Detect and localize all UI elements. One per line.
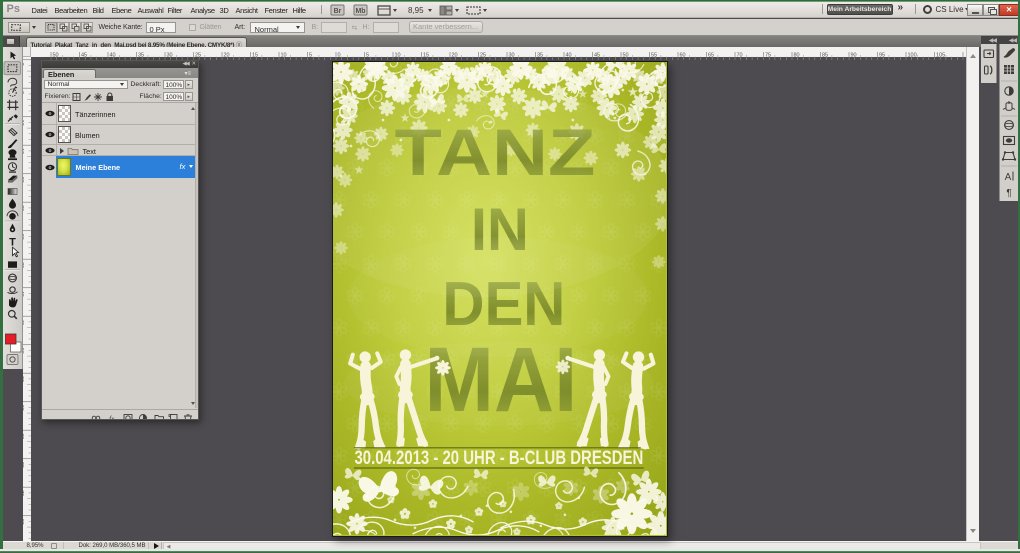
svg-text:45: 45 — [594, 53, 600, 59]
svg-text:30: 30 — [167, 53, 173, 59]
svg-text:Mb: Mb — [355, 8, 365, 15]
svg-text:20: 20 — [224, 53, 230, 59]
svg-text:75: 75 — [23, 490, 24, 496]
svg-text:0: 0 — [338, 53, 341, 59]
svg-text:85: 85 — [822, 53, 828, 59]
svg-text:105: 105 — [936, 53, 945, 59]
svg-text:35: 35 — [537, 53, 543, 59]
svg-text:55: 55 — [651, 53, 657, 59]
svg-text:35: 35 — [138, 53, 144, 59]
svg-text:15: 15 — [423, 53, 429, 59]
svg-text:50: 50 — [53, 53, 59, 59]
svg-text:20: 20 — [23, 177, 24, 183]
svg-text:80: 80 — [794, 53, 800, 59]
svg-text:25: 25 — [23, 205, 24, 211]
svg-text:30.04.2013 - 20 UHR - B-CLUB D: 30.04.2013 - 20 UHR - B-CLUB DRESDEN — [355, 448, 644, 469]
svg-text:75: 75 — [765, 53, 771, 59]
svg-text:5: 5 — [23, 91, 24, 94]
svg-text:20: 20 — [452, 53, 458, 59]
svg-text:45: 45 — [81, 53, 87, 59]
svg-text:15: 15 — [23, 148, 24, 154]
svg-text:10: 10 — [23, 120, 24, 126]
svg-text:95: 95 — [879, 53, 885, 59]
svg-text:40: 40 — [566, 53, 572, 59]
svg-text:90: 90 — [851, 53, 857, 59]
svg-text:¶: ¶ — [1006, 188, 1011, 199]
svg-text:25: 25 — [195, 53, 201, 59]
svg-text:15: 15 — [252, 53, 258, 59]
svg-text:8,95: 8,95 — [408, 6, 424, 15]
svg-text:10: 10 — [395, 53, 401, 59]
svg-text:Br: Br — [333, 8, 341, 15]
svg-text:70: 70 — [737, 53, 743, 59]
svg-text:100: 100 — [908, 53, 917, 59]
svg-text:5: 5 — [366, 53, 369, 59]
svg-text:A: A — [1005, 172, 1012, 183]
svg-text:50: 50 — [623, 53, 629, 59]
svg-text:50: 50 — [23, 348, 24, 354]
svg-text:70: 70 — [23, 462, 24, 468]
svg-text:30: 30 — [509, 53, 515, 59]
svg-text:30: 30 — [23, 234, 24, 240]
svg-text:40: 40 — [23, 291, 24, 297]
svg-text:40: 40 — [110, 53, 116, 59]
svg-text:25: 25 — [480, 53, 486, 59]
svg-text:T: T — [9, 237, 16, 249]
svg-text:0: 0 — [23, 63, 24, 66]
svg-text:65: 65 — [708, 53, 714, 59]
svg-text:55: 55 — [23, 376, 24, 382]
svg-text:65: 65 — [23, 433, 24, 439]
svg-text:60: 60 — [23, 405, 24, 411]
svg-text:60: 60 — [680, 53, 686, 59]
svg-text:35: 35 — [23, 262, 24, 268]
svg-text:45: 45 — [23, 319, 24, 325]
svg-text:fx.: fx. — [109, 414, 116, 421]
svg-text:5: 5 — [309, 53, 312, 59]
svg-text:10: 10 — [281, 53, 287, 59]
svg-text:80: 80 — [23, 519, 24, 525]
